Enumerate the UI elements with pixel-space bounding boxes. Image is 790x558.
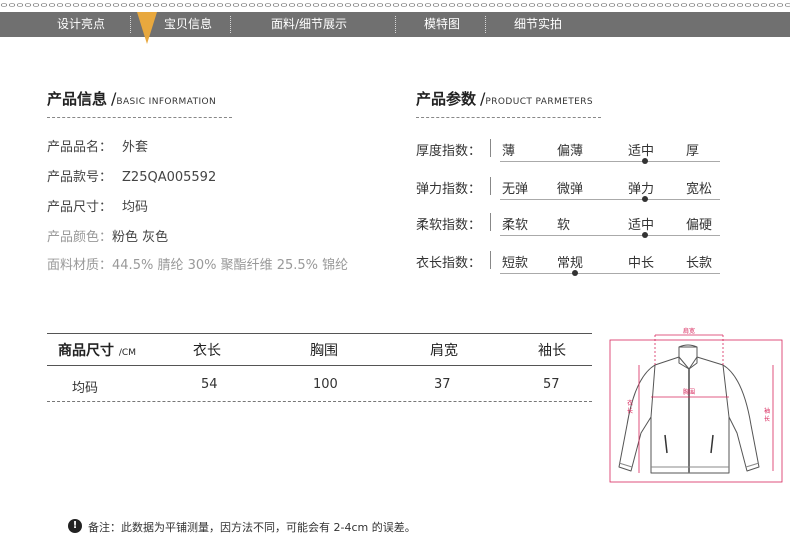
param-indicator-dot (642, 232, 648, 238)
active-nav-arrow-icon (137, 12, 157, 44)
nav-separator (485, 16, 486, 33)
table-header-rule (47, 365, 592, 366)
diagram-label-chest: 胸围 (683, 388, 695, 396)
section-navbar: 设计亮点 宝贝信息 面料/细节展示 模特图 细节实拍 (0, 12, 790, 37)
table-bottom-rule (47, 401, 592, 402)
col-header-length: 衣长 (193, 343, 221, 359)
product-params-title: 产品参数/PRODUCT PARMETERS (416, 88, 593, 109)
nav-separator (230, 16, 231, 33)
param-option: 厚 (686, 144, 700, 159)
param-option: 薄 (502, 144, 516, 159)
info-label: 产品款号： (47, 170, 113, 185)
info-row-style-no: 产品款号： Z25QA005592 (47, 166, 216, 185)
jacket-measurement-diagram: 肩宽 胸围 衣 长 袖 长 (609, 327, 783, 483)
size-header-label: 商品尺寸 /CM (58, 340, 136, 360)
table-cell-sleeve: 57 (543, 377, 560, 392)
measurement-lines (609, 334, 783, 483)
param-label: 衣长指数： (416, 256, 482, 271)
param-indicator-dot (642, 196, 648, 202)
diagram-label-shoulder: 肩宽 (683, 327, 695, 335)
info-value: Z25QA005592 (122, 170, 217, 185)
info-label: 产品品名： (47, 140, 113, 155)
product-params-title-cn: 产品参数 (416, 90, 477, 108)
param-scale-line (500, 273, 720, 274)
table-cell-size: 均码 (72, 381, 99, 396)
table-cell-shoulder: 37 (434, 377, 451, 392)
product-info-divider (47, 117, 232, 118)
info-label: 产品颜色： (47, 230, 113, 245)
measurement-note: 备注：此数据为平铺测量，因方法不同，可能会有 2-4cm 的误差。 (88, 521, 416, 534)
product-info-title-cn: 产品信息 (47, 90, 108, 108)
param-scale-line (500, 199, 720, 200)
nav-item-fabric-detail[interactable]: 面料/细节展示 (271, 12, 347, 37)
info-value: 粉色 灰色 (112, 230, 169, 245)
param-option: 无弹 (502, 182, 529, 197)
info-row-color: 产品颜色：粉色 灰色 (47, 226, 168, 245)
info-row-size: 产品尺寸： 均码 (47, 196, 148, 215)
nav-item-detail-photos[interactable]: 细节实拍 (514, 12, 562, 37)
param-label: 柔软指数： (416, 218, 482, 233)
param-option: 短款 (502, 256, 529, 271)
param-separator (490, 177, 491, 195)
param-option: 适中 (628, 218, 655, 233)
product-params-title-en: PRODUCT PARMETERS (485, 97, 593, 107)
table-cell-chest: 100 (313, 377, 338, 392)
product-info-title: 产品信息/BASIC INFORMATION (47, 88, 216, 109)
param-option: 常规 (557, 256, 584, 271)
param-option: 柔软 (502, 218, 529, 233)
info-label: 面料材质： (47, 258, 113, 273)
param-option: 弹力 (628, 182, 655, 197)
product-params-divider (416, 117, 601, 118)
info-row-material: 面料材质：44.5% 腈纶 30% 聚酯纤维 25.5% 锦纶 (47, 254, 348, 273)
nav-item-model[interactable]: 模特图 (424, 12, 460, 37)
diagram-label-length-1: 衣 (627, 399, 633, 407)
param-option: 偏硬 (686, 218, 713, 233)
param-indicator-dot (572, 270, 578, 276)
param-indicator-dot (642, 158, 648, 164)
nav-item-design[interactable]: 设计亮点 (57, 12, 105, 37)
diagram-label-sleeve-2: 长 (764, 415, 770, 423)
param-option: 宽松 (686, 182, 713, 197)
nav-separator (395, 16, 396, 33)
diagram-label-sleeve-1: 袖 (764, 407, 770, 415)
nav-separator (130, 16, 131, 33)
param-option: 中长 (628, 256, 655, 271)
info-value: 均码 (122, 200, 149, 215)
col-header-shoulder: 肩宽 (430, 343, 458, 359)
param-option: 长款 (686, 256, 713, 271)
product-info-title-en: BASIC INFORMATION (116, 97, 217, 107)
param-label: 厚度指数： (416, 144, 482, 159)
param-scale-line (500, 235, 720, 236)
info-label: 产品尺寸： (47, 200, 113, 215)
param-option: 偏薄 (557, 144, 584, 159)
param-option: 软 (557, 218, 571, 233)
param-separator (490, 251, 491, 269)
param-separator (490, 213, 491, 231)
param-option: 适中 (628, 144, 655, 159)
param-option: 微弹 (557, 182, 584, 197)
param-scale-line (500, 161, 720, 162)
nav-item-product-info[interactable]: 宝贝信息 (164, 12, 212, 37)
table-top-rule (47, 333, 592, 334)
info-row-name: 产品品名： 外套 (47, 136, 148, 155)
info-value: 外套 (122, 140, 149, 155)
table-cell-length: 54 (201, 377, 218, 392)
param-label: 弹力指数： (416, 182, 482, 197)
warning-icon: ! (68, 519, 82, 533)
size-header-text: 商品尺寸 (58, 343, 114, 359)
diagram-label-length-2: 长 (627, 407, 633, 415)
param-separator (490, 139, 491, 157)
measure-frame (609, 339, 783, 483)
info-value: 44.5% 腈纶 30% 聚酯纤维 25.5% 锦纶 (112, 258, 349, 273)
top-chain-border (0, 0, 790, 10)
jacket-outline-icon (618, 344, 760, 474)
size-header-unit: /CM (118, 348, 136, 358)
col-header-sleeve: 袖长 (538, 343, 566, 359)
col-header-chest: 胸围 (310, 343, 338, 359)
